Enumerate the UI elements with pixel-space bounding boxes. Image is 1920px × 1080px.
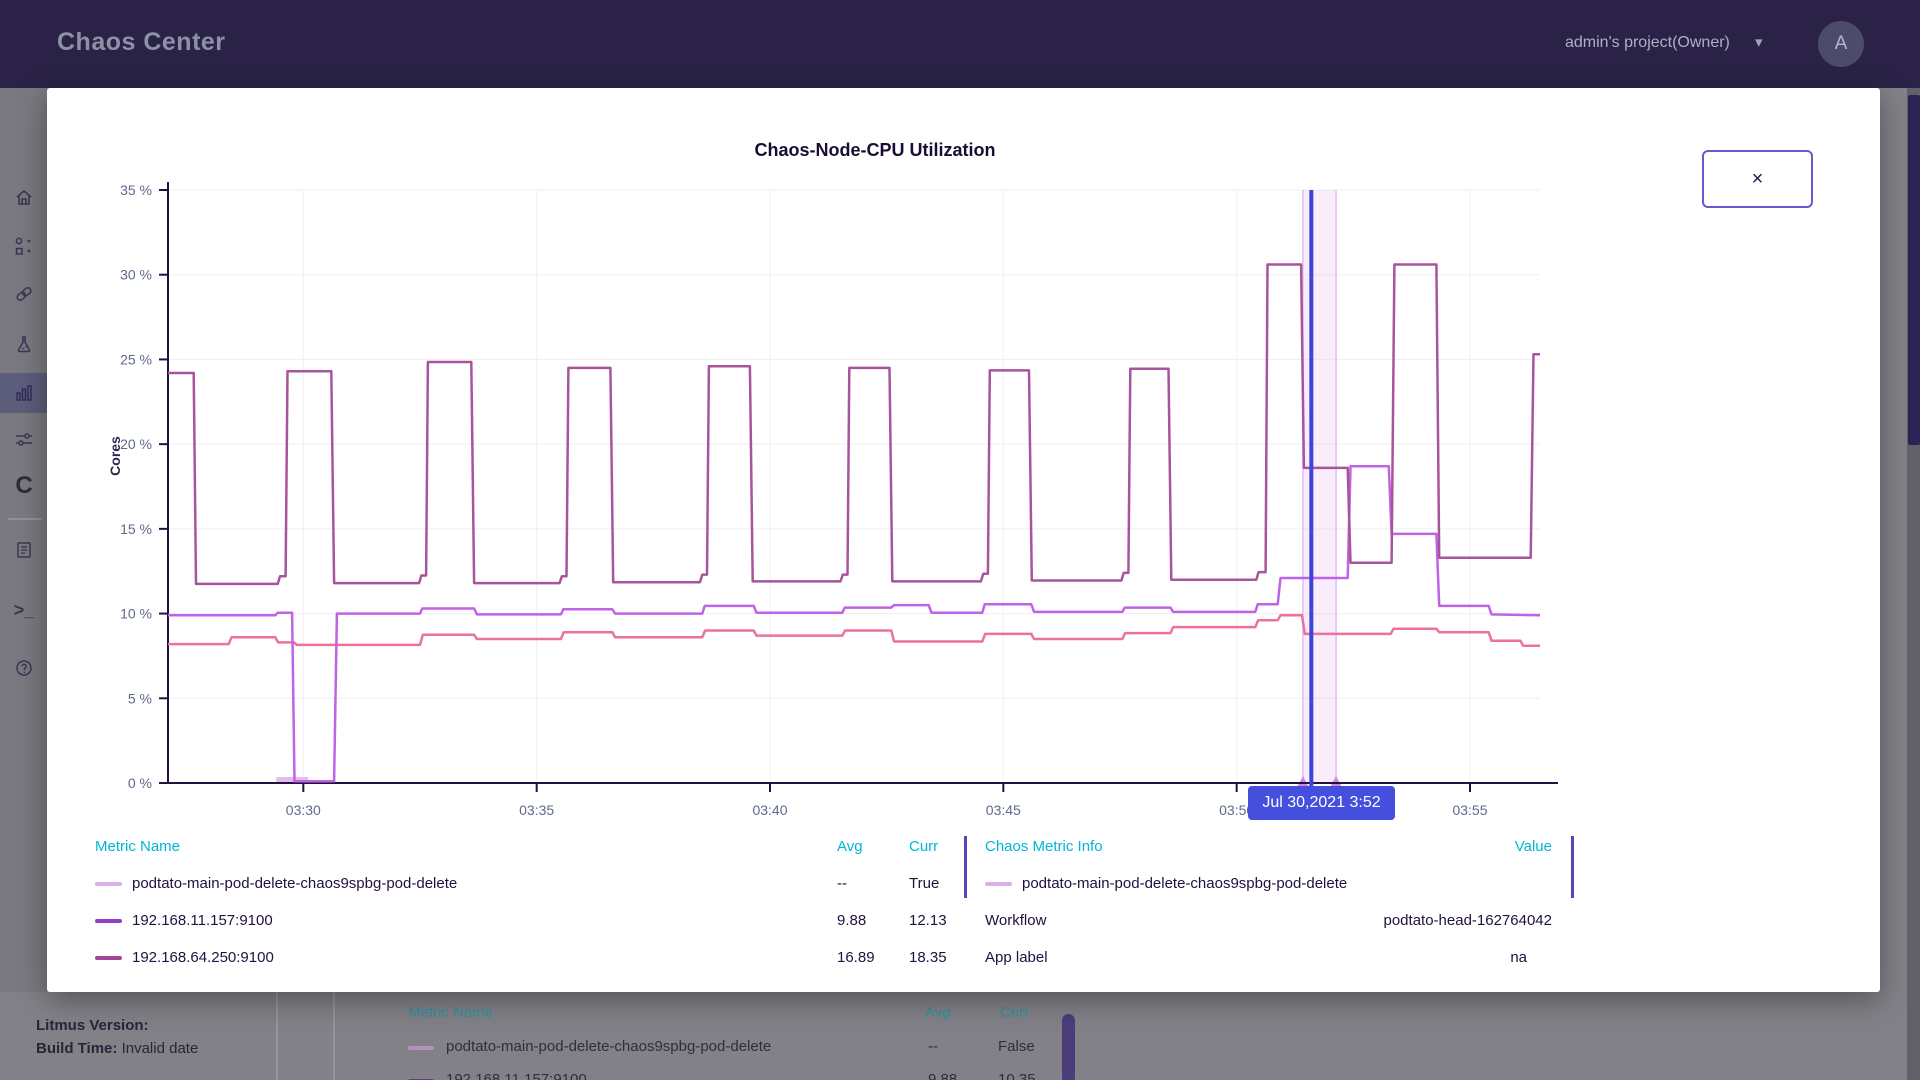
- series-swatch: [95, 882, 122, 886]
- chaos-info-label: App label: [985, 949, 1048, 966]
- flask-icon[interactable]: [14, 334, 34, 354]
- legend-divider: [964, 836, 967, 898]
- series-swatch: [95, 956, 122, 960]
- sidebar: C >_: [0, 88, 47, 1080]
- link-icon[interactable]: [14, 284, 34, 304]
- legend-col-avg: Avg: [837, 838, 863, 855]
- sidebar-divider: [8, 518, 42, 520]
- chevron-down-icon[interactable]: ▾: [1755, 33, 1763, 51]
- support-icon[interactable]: [14, 658, 34, 678]
- document-icon[interactable]: [14, 540, 34, 560]
- app-title: Chaos Center: [57, 28, 226, 57]
- y-tick-label: 5 %: [128, 690, 152, 706]
- legend-col-value: Value: [1507, 838, 1552, 855]
- settings-icon[interactable]: [14, 430, 34, 450]
- build-time-value: Invalid date: [122, 1040, 199, 1057]
- legend-row[interactable]: 192.168.11.157:9100: [95, 912, 273, 929]
- legend-col-curr: Curr: [909, 838, 938, 855]
- panel-divider: [333, 992, 335, 1080]
- x-tick-label: 03:45: [986, 802, 1021, 818]
- y-tick-label: 25 %: [120, 351, 152, 367]
- analytics-icon[interactable]: [14, 383, 34, 403]
- workflows-icon[interactable]: [14, 236, 34, 256]
- legend-avg-value: 16.89: [837, 949, 875, 966]
- legend-col-metric-name: Metric Name: [95, 838, 180, 855]
- y-tick-label: 10 %: [120, 606, 152, 622]
- chaos-period-band: [1303, 190, 1336, 783]
- series-swatch: [985, 882, 1012, 886]
- bg-col-metric-name: Metric Name: [408, 1004, 493, 1021]
- dimmed-background-content: Litmus Version: Build Time: Invalid date…: [0, 992, 1920, 1080]
- legend-metric-name: podtato-main-pod-delete-chaos9spbg-pod-d…: [132, 875, 457, 892]
- litmus-version-label: Litmus Version:: [36, 1017, 149, 1034]
- legend-avg-value: --: [837, 875, 847, 892]
- series-swatch: [95, 919, 122, 923]
- bg-row-avg: 9.88: [928, 1071, 957, 1080]
- legend-divider: [1571, 836, 1574, 898]
- terminal-icon[interactable]: >_: [14, 600, 35, 621]
- home-icon[interactable]: [14, 188, 34, 208]
- background-metrics-table: Metric Name Avg Curr podtato-main-pod-de…: [380, 992, 1080, 1080]
- y-tick-label: 35 %: [120, 182, 152, 198]
- x-tick-label: 03:55: [1452, 802, 1487, 818]
- legend-curr-value: 18.35: [909, 949, 947, 966]
- x-tick-label: 03:40: [752, 802, 787, 818]
- panel-divider: [276, 992, 278, 1080]
- project-selector[interactable]: admin's project(Owner): [1565, 34, 1730, 52]
- cpu-utilization-chart[interactable]: 0 % 5 % 10 % 15 % 20 % 25 % 30 % 35 % 03:30 03:35…: [47, 88, 1880, 868]
- legend-row[interactable]: 192.168.64.250:9100: [95, 949, 274, 966]
- cursor-tooltip: Jul 30,2021 3:52: [1248, 786, 1394, 820]
- build-time-label: Build Time:: [36, 1040, 117, 1057]
- legend-row[interactable]: podtato-main-pod-delete-chaos9spbg-pod-d…: [95, 875, 457, 892]
- legend-curr-value: 12.13: [909, 912, 947, 929]
- series-swatch: [408, 1046, 434, 1050]
- legend-metric-name: 192.168.64.250:9100: [132, 949, 274, 966]
- bg-col-avg: Avg: [925, 1004, 951, 1021]
- chart-modal: Chaos-Node-CPU Utilization × Cores 0 %5 …: [47, 88, 1880, 992]
- bg-col-curr: Curr: [1000, 1004, 1029, 1021]
- chaos-metric-row[interactable]: podtato-main-pod-delete-chaos9spbg-pod-d…: [985, 875, 1347, 892]
- avatar[interactable]: A: [1818, 21, 1864, 67]
- top-header: Chaos Center admin's project(Owner) ▾ A: [0, 0, 1920, 88]
- x-tick-label: 03:30: [286, 802, 321, 818]
- bg-row-curr: 10.35: [998, 1071, 1036, 1080]
- bg-row-avg: --: [928, 1038, 938, 1055]
- bg-row-name: podtato-main-pod-delete-chaos9spbg-pod-d…: [446, 1038, 771, 1055]
- legend-avg-value: 9.88: [837, 912, 866, 929]
- chaoshub-letter[interactable]: C: [15, 472, 32, 500]
- y-tick-label: 20 %: [120, 436, 152, 452]
- chaos-info-value: na: [1152, 949, 1527, 966]
- app-root: C >_ Litmus Version: Build Time: Invalid…: [0, 0, 1920, 1080]
- chaos-info-value: podtato-head-162764042: [1152, 912, 1552, 929]
- legend-col-chaos-info: Chaos Metric Info: [985, 838, 1103, 855]
- chaos-info-label: Workflow: [985, 912, 1046, 929]
- legend-metric-name: 192.168.11.157:9100: [132, 912, 273, 929]
- version-info: Litmus Version: Build Time: Invalid date: [36, 1014, 198, 1060]
- y-tick-label: 30 %: [120, 267, 152, 283]
- background-table-scrollbar[interactable]: [1062, 1014, 1075, 1080]
- bg-row-name: 192.168.11.157:9100: [446, 1071, 587, 1080]
- bg-row-curr: False: [998, 1038, 1035, 1055]
- y-tick-label: 15 %: [120, 521, 152, 537]
- y-tick-label: 0 %: [128, 775, 152, 791]
- x-tick-label: 03:35: [519, 802, 554, 818]
- chaos-metric-name: podtato-main-pod-delete-chaos9spbg-pod-d…: [1022, 875, 1347, 892]
- legend-curr-value: True: [909, 875, 939, 892]
- page-scrollbar-thumb[interactable]: [1908, 95, 1920, 445]
